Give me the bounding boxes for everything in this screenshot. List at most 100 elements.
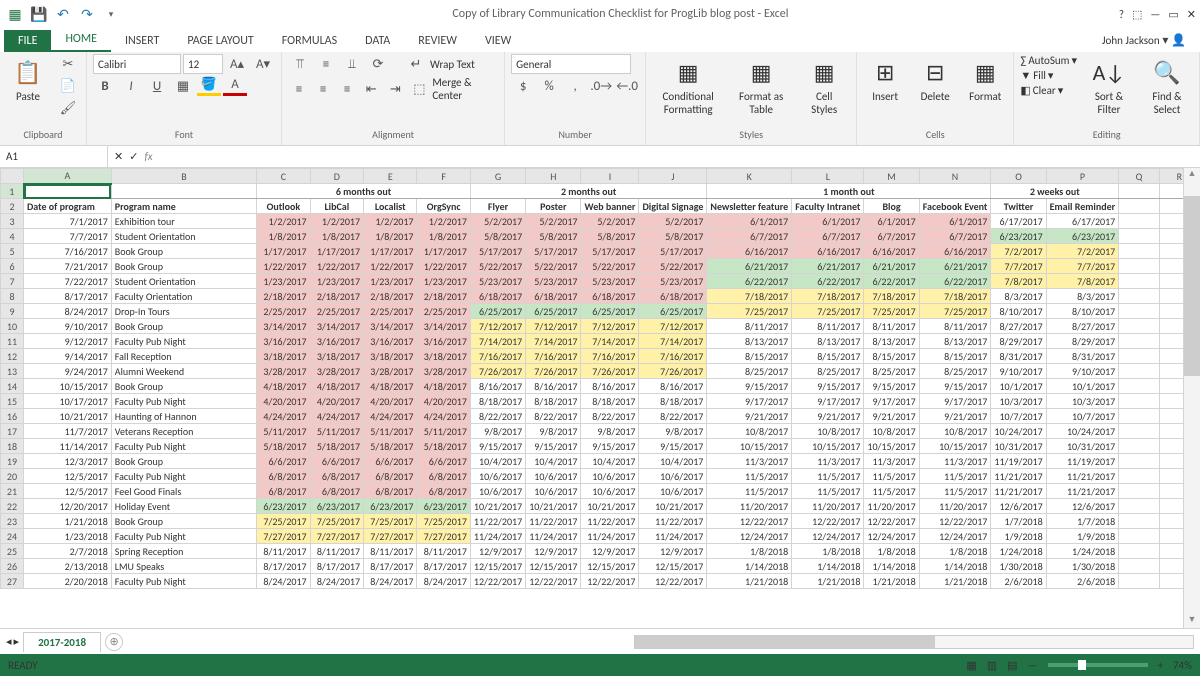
- cell[interactable]: 4/20/2017: [417, 394, 470, 409]
- wrap-text-button[interactable]: Wrap Text: [430, 58, 475, 71]
- cell[interactable]: 10/31/2017: [1046, 439, 1119, 454]
- cell[interactable]: 12/22/2017: [792, 514, 864, 529]
- row-header-15[interactable]: 15: [1, 394, 24, 409]
- cell[interactable]: 1/22/2017: [310, 259, 363, 274]
- cell[interactable]: 8/22/2017: [526, 409, 581, 424]
- cell[interactable]: 1/14/2018: [864, 559, 919, 574]
- cell[interactable]: 8/11/2017: [257, 544, 310, 559]
- cell[interactable]: 6/8/2017: [257, 469, 310, 484]
- cell-program[interactable]: Spring Reception: [111, 544, 256, 559]
- cell-date[interactable]: 12/20/2017: [24, 499, 112, 514]
- cell[interactable]: 11/22/2017: [470, 514, 525, 529]
- cell[interactable]: 6/8/2017: [417, 484, 470, 499]
- cell[interactable]: 5/18/2017: [310, 439, 363, 454]
- row-header-24[interactable]: 24: [1, 529, 24, 544]
- cell[interactable]: 11/3/2017: [792, 454, 864, 469]
- tab-page-layout[interactable]: PAGE LAYOUT: [173, 30, 267, 52]
- cell[interactable]: 9/17/2017: [919, 394, 991, 409]
- cell[interactable]: 8/15/2017: [919, 349, 991, 364]
- cell[interactable]: 8/13/2017: [792, 334, 864, 349]
- align-bottom-icon[interactable]: ⫫: [340, 54, 364, 74]
- cell-program[interactable]: Faculty Orientation: [111, 289, 256, 304]
- increase-decimal-icon[interactable]: .0→: [589, 76, 613, 96]
- cell[interactable]: 8/11/2017: [364, 544, 417, 559]
- cell[interactable]: 2/25/2017: [310, 304, 363, 319]
- cell[interactable]: 9/8/2017: [639, 424, 707, 439]
- cell[interactable]: 11/24/2017: [526, 529, 581, 544]
- cell[interactable]: 6/8/2017: [310, 484, 363, 499]
- tab-formulas[interactable]: FORMULAS: [268, 30, 351, 52]
- cell[interactable]: 6/21/2017: [864, 259, 919, 274]
- cell[interactable]: 6/16/2017: [919, 244, 991, 259]
- cell-program[interactable]: Veterans Reception: [111, 424, 256, 439]
- cell[interactable]: 6/25/2017: [581, 304, 639, 319]
- cell[interactable]: 7/25/2017: [257, 514, 310, 529]
- cell[interactable]: 4/24/2017: [364, 409, 417, 424]
- cell-date[interactable]: 12/3/2017: [24, 454, 112, 469]
- cell[interactable]: 3/18/2017: [364, 349, 417, 364]
- cell[interactable]: 9/17/2017: [707, 394, 792, 409]
- cell[interactable]: 10/1/2017: [991, 379, 1046, 394]
- cell[interactable]: 9/8/2017: [470, 424, 525, 439]
- cell[interactable]: 5/8/2017: [470, 229, 525, 244]
- cell[interactable]: 3/18/2017: [417, 349, 470, 364]
- view-page-layout-icon[interactable]: ▥: [987, 659, 997, 672]
- cell[interactable]: 12/22/2017: [581, 574, 639, 589]
- cell[interactable]: 5/22/2017: [639, 259, 707, 274]
- cell[interactable]: 10/8/2017: [919, 424, 991, 439]
- align-center-icon[interactable]: ≡: [312, 79, 334, 99]
- row-header-4[interactable]: 4: [1, 229, 24, 244]
- cell[interactable]: 10/31/2017: [991, 439, 1046, 454]
- cell[interactable]: 7/26/2017: [470, 364, 525, 379]
- cell[interactable]: 10/6/2017: [581, 484, 639, 499]
- cell-date[interactable]: 7/1/2017: [24, 214, 112, 229]
- row-header-1[interactable]: 1: [1, 184, 24, 199]
- cell[interactable]: 8/11/2017: [792, 319, 864, 334]
- row-header-7[interactable]: 7: [1, 274, 24, 289]
- cell[interactable]: 5/11/2017: [417, 424, 470, 439]
- cell[interactable]: 11/22/2017: [581, 514, 639, 529]
- cell[interactable]: 3/14/2017: [364, 319, 417, 334]
- cell[interactable]: 11/20/2017: [864, 499, 919, 514]
- cell[interactable]: 6/16/2017: [864, 244, 919, 259]
- cell[interactable]: 6/23/2017: [364, 499, 417, 514]
- cell[interactable]: 2/6/2018: [1046, 574, 1119, 589]
- cell-date[interactable]: 10/17/2017: [24, 394, 112, 409]
- cell-program[interactable]: Drop-In Tours: [111, 304, 256, 319]
- underline-button[interactable]: U: [145, 76, 169, 96]
- row-header-12[interactable]: 12: [1, 349, 24, 364]
- cell[interactable]: 8/11/2017: [310, 544, 363, 559]
- view-normal-icon[interactable]: ▦: [966, 659, 976, 672]
- cell[interactable]: 6/7/2017: [792, 229, 864, 244]
- cell[interactable]: 1/21/2018: [792, 574, 864, 589]
- cell[interactable]: 5/22/2017: [581, 259, 639, 274]
- cell[interactable]: 10/15/2017: [707, 439, 792, 454]
- align-left-icon[interactable]: ≡: [288, 79, 310, 99]
- cell[interactable]: 3/28/2017: [257, 364, 310, 379]
- cell[interactable]: 6/23/2017: [257, 499, 310, 514]
- cell[interactable]: 7/25/2017: [707, 304, 792, 319]
- row-header-10[interactable]: 10: [1, 319, 24, 334]
- cell[interactable]: 10/8/2017: [792, 424, 864, 439]
- cell[interactable]: 1/17/2017: [310, 244, 363, 259]
- cell[interactable]: 8/13/2017: [707, 334, 792, 349]
- cell[interactable]: 4/20/2017: [310, 394, 363, 409]
- increase-indent-icon[interactable]: ⇥: [384, 79, 406, 99]
- fx-icon[interactable]: fx: [144, 150, 152, 163]
- cell[interactable]: 8/18/2017: [526, 394, 581, 409]
- cell[interactable]: 7/7/2017: [1046, 259, 1119, 274]
- cell[interactable]: 2/25/2017: [257, 304, 310, 319]
- cell[interactable]: 3/28/2017: [310, 364, 363, 379]
- cell[interactable]: 6/6/2017: [417, 454, 470, 469]
- cell-program[interactable]: Faculty Pub Night: [111, 394, 256, 409]
- cell[interactable]: 11/5/2017: [707, 484, 792, 499]
- cell[interactable]: 7/16/2017: [581, 349, 639, 364]
- row-header-23[interactable]: 23: [1, 514, 24, 529]
- cell[interactable]: 12/22/2017: [639, 574, 707, 589]
- cell[interactable]: 5/18/2017: [364, 439, 417, 454]
- cell[interactable]: 1/8/2018: [919, 544, 991, 559]
- cell-program[interactable]: Book Group: [111, 319, 256, 334]
- cell[interactable]: 6/8/2017: [364, 469, 417, 484]
- cell[interactable]: 1/8/2017: [364, 229, 417, 244]
- cell[interactable]: 3/16/2017: [310, 334, 363, 349]
